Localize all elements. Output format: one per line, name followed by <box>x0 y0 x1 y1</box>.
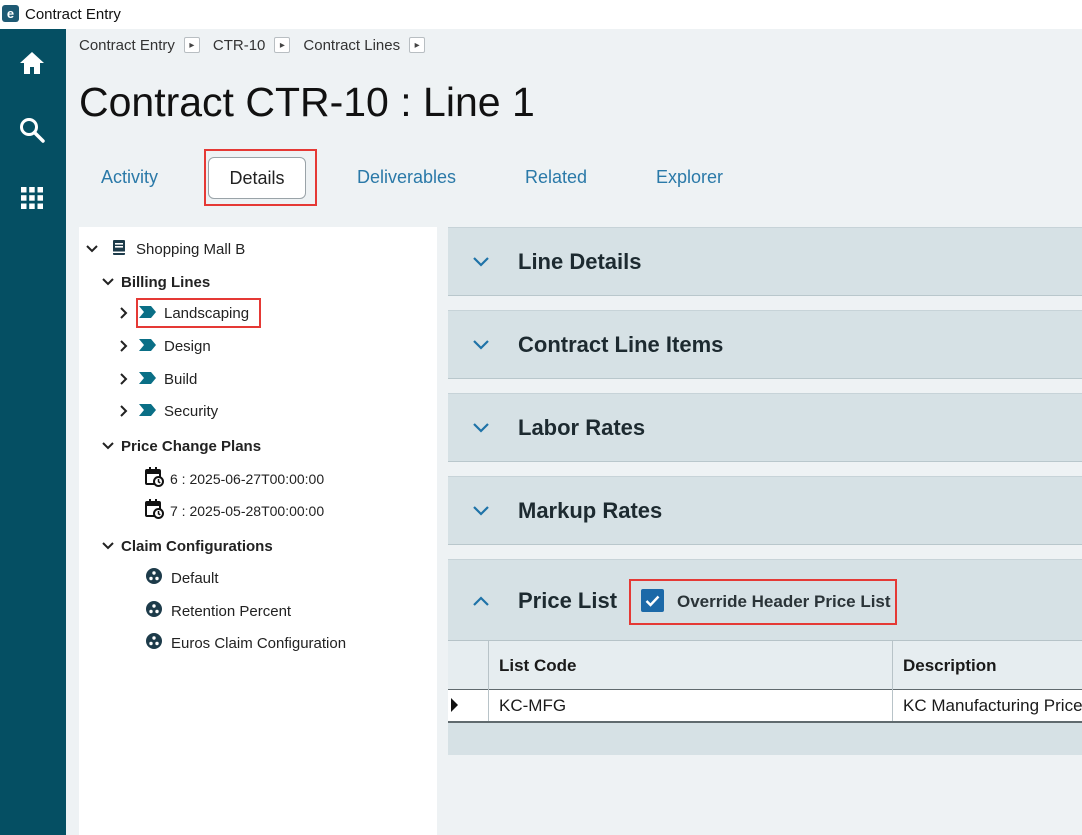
page-title: Contract CTR-10 : Line 1 <box>79 79 535 125</box>
section-title: Labor Rates <box>518 415 646 440</box>
chevron-right-icon[interactable] <box>117 339 131 353</box>
apps-grid-icon[interactable] <box>17 183 47 213</box>
cell-description[interactable]: KC Manufacturing Price <box>903 696 1082 716</box>
section-contract-line-items[interactable]: Contract Line Items <box>448 310 1082 379</box>
checkmark-icon <box>645 595 660 607</box>
tab-related[interactable]: Related <box>525 167 587 188</box>
chevron-right-icon[interactable] <box>117 306 131 320</box>
claim-config-icon <box>146 568 162 588</box>
section-markup-rates[interactable]: Markup Rates <box>448 476 1082 545</box>
chevron-down-icon[interactable] <box>101 439 115 453</box>
claim-config-icon <box>146 601 162 621</box>
tree-item-label: Euros Claim Configuration <box>171 634 347 652</box>
title-bar: e Contract Entry <box>0 0 1082 29</box>
tab-details[interactable]: Details <box>208 157 306 199</box>
breadcrumb-chevron-icon[interactable]: ▸ <box>409 37 426 53</box>
tree-group-label: Billing Lines <box>121 273 211 291</box>
search-icon[interactable] <box>17 115 47 145</box>
tree-item-label: Security <box>164 402 219 420</box>
tree-item-claim-euros[interactable]: Euros Claim Configuration <box>146 631 346 655</box>
section-price-list[interactable]: Price List Override Header Price List <box>448 559 1082 640</box>
row-indicator-icon <box>451 698 458 717</box>
column-separator <box>488 690 489 721</box>
tree-item-price-plan-6[interactable]: 6 : 2025-06-27T00:00:00 <box>145 467 324 491</box>
column-separator <box>892 641 893 691</box>
column-separator <box>892 690 893 721</box>
left-nav <box>0 29 66 835</box>
grid-footer <box>448 723 1082 755</box>
tab-deliverables[interactable]: Deliverables <box>357 167 456 188</box>
tree-item-build[interactable]: Build <box>117 367 197 391</box>
breadcrumb-contract-lines[interactable]: Contract Lines <box>303 37 400 54</box>
grid-header: List Code Description <box>448 640 1082 691</box>
section-line-details[interactable]: Line Details <box>448 227 1082 296</box>
section-title: Line Details <box>518 249 642 274</box>
price-list-grid: List Code Description KC-MFG KC Manufact… <box>448 640 1082 723</box>
section-labor-rates[interactable]: Labor Rates <box>448 393 1082 462</box>
chevron-down-icon[interactable] <box>101 539 115 553</box>
billing-tag-icon <box>139 371 156 388</box>
chevron-down-icon[interactable] <box>101 275 115 289</box>
app-logo-icon: e <box>2 5 19 22</box>
app-title: Contract Entry <box>25 6 121 23</box>
tree-item-label: Build <box>164 370 198 388</box>
section-title: Markup Rates <box>518 498 663 523</box>
tree-item-price-plan-7[interactable]: 7 : 2025-05-28T00:00:00 <box>145 499 324 523</box>
cell-list-code[interactable]: KC-MFG <box>499 696 566 716</box>
tree-root-label: Shopping Mall B <box>136 240 246 258</box>
tree-group-claim-configurations[interactable]: Claim Configurations <box>101 534 273 558</box>
section-title: Contract Line Items <box>518 332 724 357</box>
tree-item-landscaping[interactable]: Landscaping <box>117 301 249 325</box>
home-icon[interactable] <box>17 48 47 78</box>
calendar-clock-icon <box>145 499 164 523</box>
chevron-down-icon[interactable] <box>473 503 489 519</box>
tree-group-label: Price Change Plans <box>121 437 262 455</box>
chevron-down-icon[interactable] <box>473 337 489 353</box>
chevron-down-icon[interactable] <box>85 242 99 256</box>
billing-tag-icon <box>139 403 156 420</box>
tree-item-label: 7 : 2025-05-28T00:00:00 <box>170 503 325 519</box>
tree-item-claim-retention[interactable]: Retention Percent <box>146 599 291 623</box>
tree-item-label: 6 : 2025-06-27T00:00:00 <box>170 471 325 487</box>
claim-config-icon <box>146 633 162 653</box>
billing-tag-icon <box>139 305 156 322</box>
main-content: Contract Entry ▸ CTR-10 ▸ Contract Lines… <box>66 29 1082 835</box>
chevron-right-icon[interactable] <box>117 404 131 418</box>
table-row[interactable]: KC-MFG KC Manufacturing Price <box>448 690 1082 723</box>
tab-explorer[interactable]: Explorer <box>656 167 723 188</box>
tree-panel: Shopping Mall B Billing Lines Landscapin… <box>79 227 437 835</box>
tree-group-billing-lines[interactable]: Billing Lines <box>101 270 210 294</box>
breadcrumb-chevron-icon[interactable]: ▸ <box>274 37 291 53</box>
tab-activity[interactable]: Activity <box>101 167 158 188</box>
breadcrumb-ctr-10[interactable]: CTR-10 <box>213 37 266 54</box>
section-title: Price List <box>518 588 618 613</box>
chevron-down-icon[interactable] <box>473 420 489 436</box>
breadcrumb-chevron-icon[interactable]: ▸ <box>183 37 200 53</box>
tree-item-label: Retention Percent <box>171 602 292 620</box>
override-header-price-list-label[interactable]: Override Header Price List <box>677 592 891 612</box>
breadcrumb: Contract Entry ▸ CTR-10 ▸ Contract Lines… <box>79 36 438 54</box>
tree-root[interactable]: Shopping Mall B <box>85 237 245 261</box>
override-header-price-list-checkbox[interactable] <box>641 589 664 612</box>
tree-item-security[interactable]: Security <box>117 399 218 423</box>
tree-item-label: Default <box>171 569 219 587</box>
chevron-right-icon[interactable] <box>117 372 131 386</box>
billing-tag-icon <box>139 338 156 355</box>
column-header-description[interactable]: Description <box>903 656 997 676</box>
breadcrumb-contract-entry[interactable]: Contract Entry <box>79 37 175 54</box>
tree-item-claim-default[interactable]: Default <box>146 566 219 590</box>
tree-item-label: Design <box>164 337 211 355</box>
tree-item-design[interactable]: Design <box>117 334 211 358</box>
tree-group-label: Claim Configurations <box>121 537 273 555</box>
chevron-down-icon[interactable] <box>473 254 489 270</box>
column-separator <box>488 641 489 691</box>
column-header-list-code[interactable]: List Code <box>499 656 576 676</box>
tree-group-price-change-plans[interactable]: Price Change Plans <box>101 434 261 458</box>
chevron-up-icon[interactable] <box>473 593 489 609</box>
tree-item-label: Landscaping <box>164 304 250 322</box>
book-icon <box>112 239 126 260</box>
calendar-clock-icon <box>145 467 164 491</box>
